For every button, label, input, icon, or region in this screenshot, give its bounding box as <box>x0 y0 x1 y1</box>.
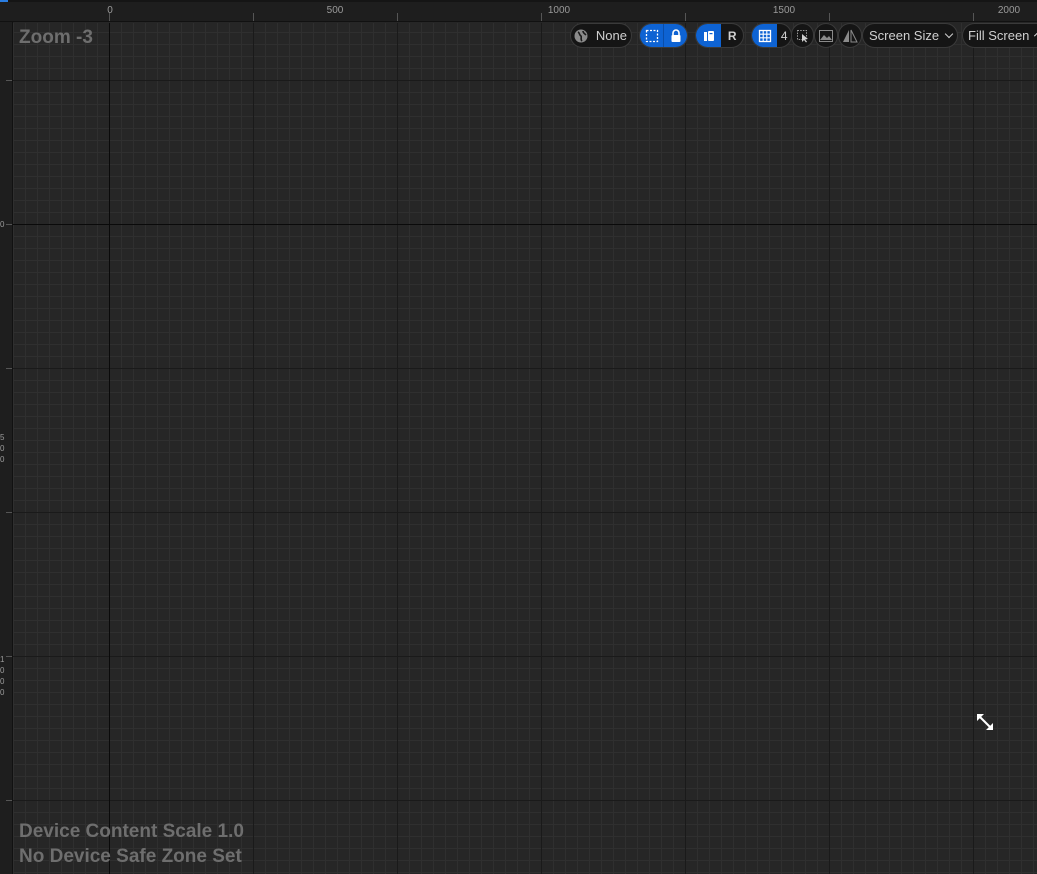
screen-size-label: Screen Size <box>869 28 940 43</box>
background-image-icon <box>815 24 837 47</box>
ruler-label-1500: 1500 <box>772 5 796 16</box>
device-content-scale-label: Device Content Scale 1.0 <box>19 821 244 842</box>
ruler-label-0: 0 <box>107 5 113 16</box>
marquee-select-icon[interactable] <box>640 24 663 47</box>
ruler-label-0-vertical: 0 <box>0 220 5 229</box>
selection-lock-group[interactable] <box>639 23 688 48</box>
ruler-tick <box>397 13 398 21</box>
horizontal-ruler[interactable]: 0 500 1000 1500 2000 <box>0 2 1037 22</box>
ruler-tick <box>973 13 974 21</box>
flip-button[interactable] <box>838 23 862 48</box>
ruler-label-1000-vertical-digit: 0 <box>0 677 5 686</box>
zoom-level-label: Zoom -3 <box>19 27 93 48</box>
ruler-tick <box>541 13 542 21</box>
ruler-label-1000-vertical-digit: 0 <box>0 666 5 675</box>
globe-icon <box>571 24 592 47</box>
ruler-label-500-vertical-digit: 0 <box>0 455 5 464</box>
select-cursor-button[interactable] <box>791 23 814 48</box>
ruler-tick <box>6 656 12 657</box>
ruler-tick <box>253 13 254 21</box>
ruler-tick <box>829 13 830 21</box>
respect-locks-group[interactable]: R <box>695 23 744 48</box>
design-canvas[interactable] <box>13 23 1037 874</box>
ruler-tick <box>6 224 12 225</box>
transform-icon[interactable] <box>696 24 722 47</box>
ruler-tick <box>6 512 12 513</box>
ruler-label-1000: 1000 <box>547 5 571 16</box>
ruler-tick <box>6 80 12 81</box>
fill-screen-label: Fill Screen <box>968 28 1030 43</box>
lock-icon[interactable] <box>663 24 687 47</box>
ruler-label-1000-vertical-digit: 1 <box>0 655 5 664</box>
ruler-label-500-vertical-digit: 0 <box>0 444 5 453</box>
background-image-button[interactable] <box>814 23 838 48</box>
grid-snap-group[interactable]: 4 <box>751 23 792 48</box>
ruler-label-1000-vertical-digit: 0 <box>0 688 5 697</box>
world-selector-label: None <box>595 28 627 43</box>
grid-snap-value[interactable]: 4 <box>777 24 791 47</box>
chevron-down-icon <box>944 29 954 39</box>
ruler-tick <box>6 800 12 801</box>
respect-locks-key[interactable]: R <box>721 24 743 47</box>
vertical-ruler[interactable]: 0 5 0 0 1 0 0 0 <box>0 22 13 874</box>
resize-arrows-icon[interactable] <box>975 712 995 732</box>
screen-size-dropdown[interactable]: Screen Size <box>862 23 958 48</box>
grid-icon[interactable] <box>752 24 778 47</box>
select-cursor-icon <box>792 24 813 47</box>
ruler-label-500: 500 <box>326 5 344 16</box>
origin-axis-vertical <box>109 23 110 874</box>
ruler-tick <box>685 13 686 21</box>
ruler-label-500-vertical-digit: 5 <box>0 433 5 442</box>
world-selector-button[interactable]: None <box>570 23 632 48</box>
ruler-label-2000: 2000 <box>997 5 1021 16</box>
flip-icon <box>839 24 861 47</box>
fill-screen-dropdown[interactable]: Fill Screen <box>962 23 1037 48</box>
ruler-tick <box>6 368 12 369</box>
origin-axis-horizontal <box>13 224 1037 225</box>
safe-zone-status-label: No Device Safe Zone Set <box>19 846 242 867</box>
